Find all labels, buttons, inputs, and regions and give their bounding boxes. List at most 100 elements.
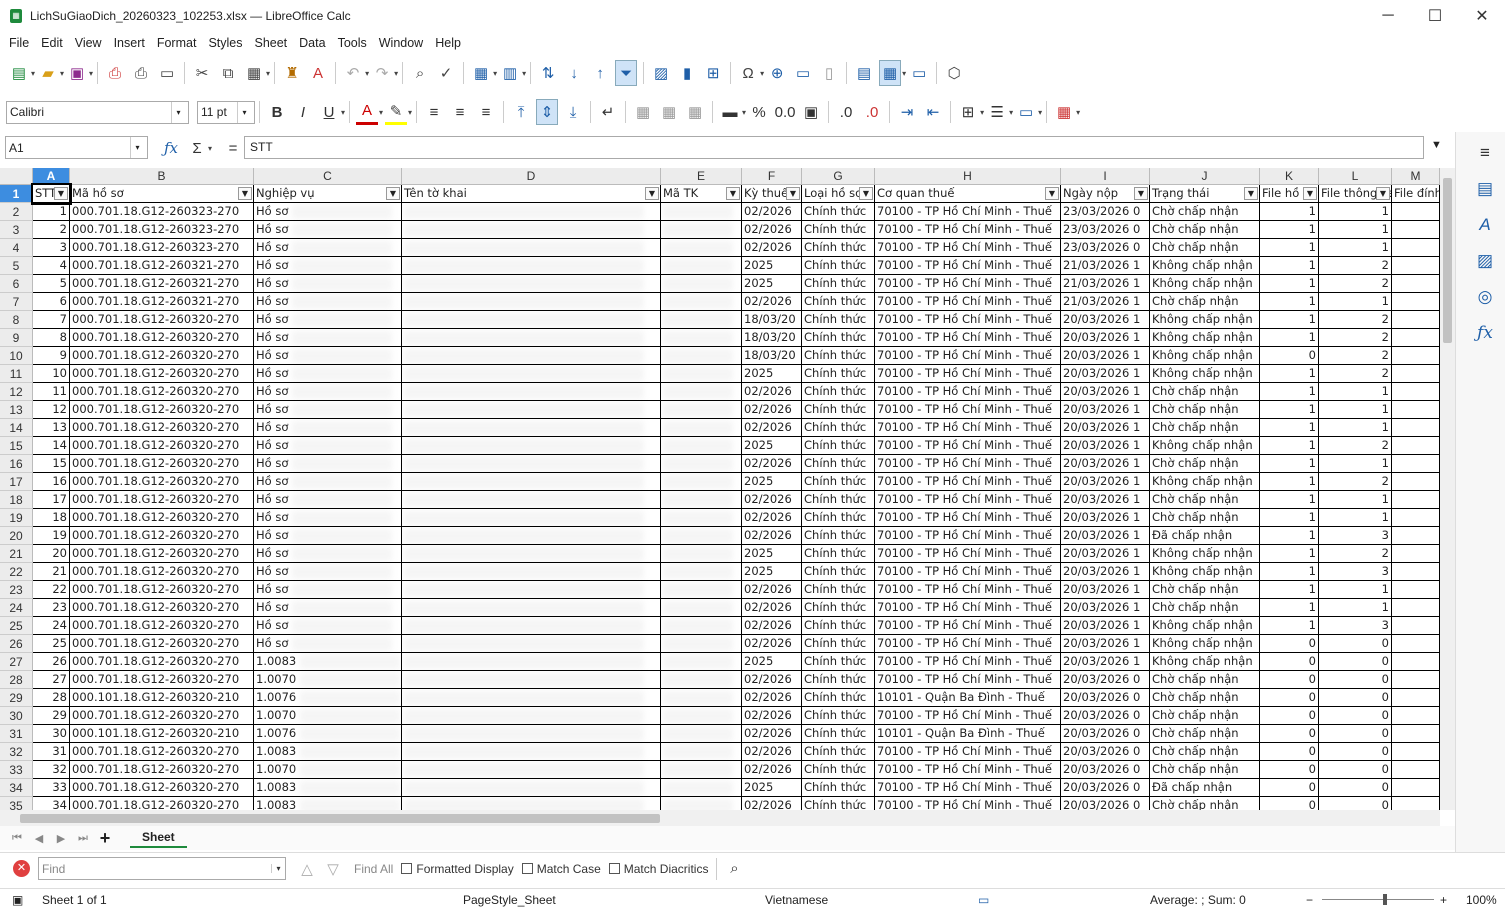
cell-ten-to-khai[interactable] <box>402 581 661 599</box>
cell-file-dinh-kem[interactable] <box>1392 491 1440 509</box>
cell-co-quan-thue[interactable]: 70100 - TP Hồ Chí Minh - Thuế <box>875 437 1061 455</box>
cell-file-dinh-kem[interactable] <box>1392 707 1440 725</box>
cell-file-dinh-kem[interactable] <box>1392 563 1440 581</box>
chevron-down-icon[interactable]: ▾ <box>237 101 251 123</box>
cell-loai-ho-so[interactable]: Chính thức <box>802 545 875 563</box>
cell-file-thong-bao[interactable]: 0 <box>1319 653 1392 671</box>
filter-dropdown-icon[interactable]: ▼ <box>859 187 873 200</box>
cell-ten-to-khai[interactable] <box>402 437 661 455</box>
cell-ma-tk[interactable] <box>661 797 742 810</box>
number-format-icon[interactable]: 0.0 <box>774 99 796 125</box>
row-header[interactable]: 11 <box>0 365 33 383</box>
cell-co-quan-thue[interactable]: 70100 - TP Hồ Chí Minh - Thuế <box>875 797 1061 810</box>
cell-file-thong-bao[interactable]: 2 <box>1319 347 1392 365</box>
cell-ngay-nop[interactable]: 20/03/2026 0 <box>1061 743 1150 761</box>
cell-file-ho-so[interactable]: 0 <box>1260 707 1319 725</box>
cell-ky-thue[interactable]: 02/2026 <box>742 239 802 257</box>
cell-ma-tk[interactable] <box>661 527 742 545</box>
cell-nghiep-vu[interactable]: Hồ sơ <box>254 617 402 635</box>
cell-nghiep-vu[interactable]: 1.0083 <box>254 797 402 810</box>
row-header[interactable]: 2 <box>0 203 33 221</box>
cell-ngay-nop[interactable]: 20/03/2026 1 <box>1061 653 1150 671</box>
cell-ma-ho-so[interactable]: 000.701.18.G12-260320-270 <box>70 365 254 383</box>
open-folder-icon[interactable]: ▰ <box>37 60 59 86</box>
sheet-tab[interactable]: Sheet <box>130 828 187 848</box>
cell-ma-ho-so[interactable]: 000.701.18.G12-260320-270 <box>70 563 254 581</box>
cell-co-quan-thue[interactable]: 70100 - TP Hồ Chí Minh - Thuế <box>875 779 1061 797</box>
cell-trang-thai[interactable]: Chờ chấp nhận <box>1150 221 1260 239</box>
cell-file-dinh-kem[interactable] <box>1392 221 1440 239</box>
row-header[interactable]: 1 <box>0 185 33 203</box>
clear-formatting-icon[interactable]: A <box>307 60 329 86</box>
cell-file-ho-so[interactable]: 1 <box>1260 527 1319 545</box>
cell-ma-ho-so[interactable]: 000.701.18.G12-260320-270 <box>70 743 254 761</box>
cell-trang-thai[interactable]: Không chấp nhận <box>1150 563 1260 581</box>
define-print-area-icon[interactable]: ▤ <box>853 60 875 86</box>
row-header[interactable]: 13 <box>0 401 33 419</box>
cell-file-ho-so[interactable]: 0 <box>1260 671 1319 689</box>
menu-styles[interactable]: Styles <box>202 36 248 50</box>
chevron-down-icon[interactable]: ▾ <box>130 137 144 158</box>
cell-file-thong-bao[interactable]: 2 <box>1319 545 1392 563</box>
cell-ky-thue[interactable]: 18/03/20 <box>742 329 802 347</box>
cell-ngay-nop[interactable]: 20/03/2026 1 <box>1061 491 1150 509</box>
cell-ma-tk[interactable] <box>661 491 742 509</box>
cell-ngay-nop[interactable]: 20/03/2026 0 <box>1061 671 1150 689</box>
cell-loai-ho-so[interactable]: Chính thức <box>802 257 875 275</box>
cell-trang-thai[interactable]: Chờ chấp nhận <box>1150 383 1260 401</box>
cell-ma-ho-so[interactable]: 000.701.18.G12-260320-270 <box>70 419 254 437</box>
cell-ngay-nop[interactable]: 20/03/2026 0 <box>1061 779 1150 797</box>
name-box[interactable]: A1 ▾ <box>5 136 148 159</box>
cell-ky-thue[interactable]: 02/2026 <box>742 383 802 401</box>
row-header[interactable]: 23 <box>0 581 33 599</box>
merge-cells-icon[interactable]: ▦ <box>658 99 680 125</box>
row-header[interactable]: 30 <box>0 707 33 725</box>
cell-stt[interactable]: 21 <box>33 563 70 581</box>
cell-nghiep-vu[interactable]: Hồ sơ <box>254 563 402 581</box>
cell-ma-tk[interactable] <box>661 311 742 329</box>
cell-ky-thue[interactable]: 02/2026 <box>742 689 802 707</box>
cell-co-quan-thue[interactable]: 70100 - TP Hồ Chí Minh - Thuế <box>875 761 1061 779</box>
cell-ten-to-khai[interactable] <box>402 221 661 239</box>
pivot-table-icon[interactable]: ⊞ <box>702 60 724 86</box>
autofilter-icon[interactable]: ⏷ <box>615 60 638 86</box>
cell-file-ho-so[interactable]: 0 <box>1260 347 1319 365</box>
cell-nghiep-vu[interactable]: Hồ sơ <box>254 581 402 599</box>
cell-co-quan-thue[interactable]: 70100 - TP Hồ Chí Minh - Thuế <box>875 473 1061 491</box>
column-icon[interactable]: ▥ <box>499 60 521 86</box>
cell-ma-tk[interactable] <box>661 671 742 689</box>
cell-stt[interactable]: 6 <box>33 293 70 311</box>
gallery-icon[interactable]: ▨ <box>1470 246 1500 276</box>
cell-ngay-nop[interactable]: 20/03/2026 1 <box>1061 509 1150 527</box>
cell-loai-ho-so[interactable]: Chính thức <box>802 419 875 437</box>
cell-ma-ho-so[interactable]: 000.701.18.G12-260320-270 <box>70 383 254 401</box>
cell-stt[interactable]: 33 <box>33 779 70 797</box>
cell-ten-to-khai[interactable] <box>402 689 661 707</box>
cell-loai-ho-so[interactable]: Chính thức <box>802 455 875 473</box>
cell-co-quan-thue[interactable]: 70100 - TP Hồ Chí Minh - Thuế <box>875 707 1061 725</box>
column-header-g[interactable]: G <box>802 168 875 184</box>
cell-nghiep-vu[interactable]: Hồ sơ <box>254 473 402 491</box>
header-cell[interactable]: Ngày nộp ▼ <box>1061 185 1150 203</box>
cell-ngay-nop[interactable]: 20/03/2026 0 <box>1061 761 1150 779</box>
cell-ten-to-khai[interactable] <box>402 797 661 810</box>
cell-ngay-nop[interactable]: 20/03/2026 1 <box>1061 617 1150 635</box>
minimize-button[interactable]: ─ <box>1365 0 1411 32</box>
cell-stt[interactable]: 4 <box>33 257 70 275</box>
cell-file-dinh-kem[interactable] <box>1392 581 1440 599</box>
cell-file-thong-bao[interactable]: 0 <box>1319 761 1392 779</box>
cell-loai-ho-so[interactable]: Chính thức <box>802 599 875 617</box>
cell-file-dinh-kem[interactable] <box>1392 725 1440 743</box>
special-character-icon[interactable]: Ω <box>737 60 759 86</box>
cell-loai-ho-so[interactable]: Chính thức <box>802 725 875 743</box>
cell-file-ho-so[interactable]: 1 <box>1260 599 1319 617</box>
cell-stt[interactable]: 2 <box>33 221 70 239</box>
menu-data[interactable]: Data <box>293 36 331 50</box>
row-header[interactable]: 6 <box>0 275 33 293</box>
cell-ngay-nop[interactable]: 20/03/2026 1 <box>1061 419 1150 437</box>
cell-ngay-nop[interactable]: 20/03/2026 1 <box>1061 455 1150 473</box>
cell-ky-thue[interactable]: 18/03/20 <box>742 347 802 365</box>
cell-stt[interactable]: 7 <box>33 311 70 329</box>
sort-icon[interactable]: ⇅ <box>537 60 559 86</box>
cell-ma-tk[interactable] <box>661 725 742 743</box>
